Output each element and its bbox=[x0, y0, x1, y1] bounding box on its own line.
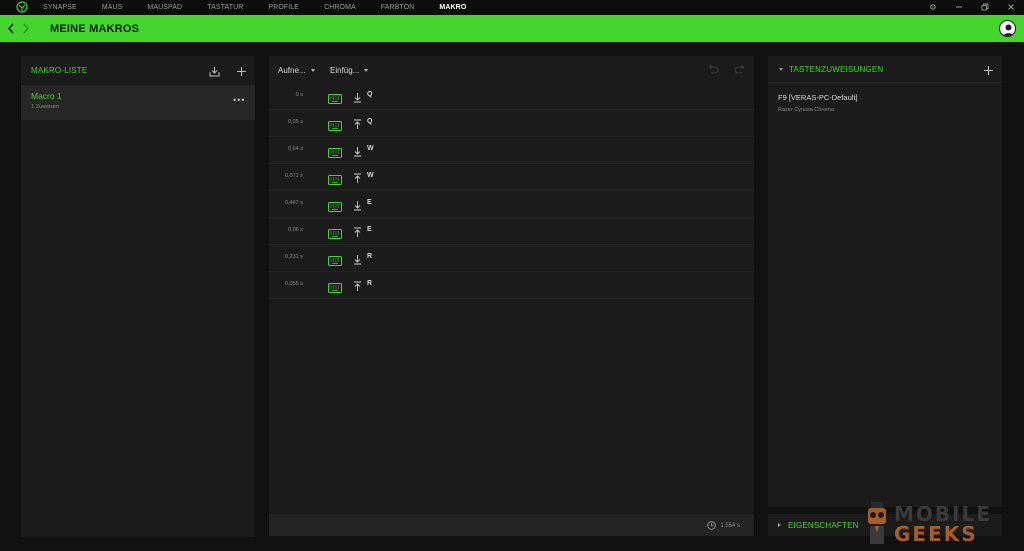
undo-icon[interactable] bbox=[706, 64, 720, 76]
event-key: R bbox=[367, 280, 373, 287]
event-key: W bbox=[367, 172, 374, 179]
tab-tastatur[interactable]: TASTATUR bbox=[207, 4, 243, 11]
tab-mauspad[interactable]: MAUSPAD bbox=[147, 4, 182, 11]
key-up-icon bbox=[353, 171, 362, 183]
editor-footer: 1,554 s bbox=[269, 514, 754, 536]
insert-dropdown[interactable]: Einfüg... bbox=[330, 66, 369, 75]
keyboard-icon bbox=[328, 91, 342, 104]
event-delay: 0,447 s bbox=[284, 200, 303, 206]
event-delay: 0 s bbox=[295, 92, 303, 98]
top-nav-bar: SYNAPSE MAUS MAUSPAD TASTATUR PROFILE CH… bbox=[0, 0, 1024, 14]
event-delay: 0,071 s bbox=[284, 173, 303, 179]
chevron-down-icon bbox=[310, 69, 315, 72]
event-delay: 0,64 s bbox=[288, 146, 303, 152]
event-delay: 0,06 s bbox=[288, 227, 303, 233]
macro-editor-panel: Aufne... Einfüg... 0 s Q 0,05 s Q 0,64 s W 0,0… bbox=[269, 56, 754, 514]
table-row[interactable]: 0,071 s W bbox=[269, 164, 754, 191]
key-assignments-header[interactable]: TASTENZUWEISUNGEN bbox=[768, 56, 1002, 83]
table-row[interactable]: 0,64 s W bbox=[269, 137, 754, 164]
key-up-icon bbox=[353, 279, 362, 291]
tab-synapse[interactable]: SYNAPSE bbox=[43, 4, 77, 11]
total-duration: 1,554 s bbox=[707, 521, 740, 530]
page-title: MEINE MAKROS bbox=[50, 22, 140, 35]
geek-mascot-icon bbox=[868, 501, 886, 544]
assignment-name[interactable]: F9 [VERAS-PC-Default] bbox=[778, 93, 858, 102]
clock-icon bbox=[707, 521, 717, 530]
watermark-line2: GEEKS bbox=[894, 521, 978, 546]
import-icon[interactable] bbox=[208, 65, 220, 77]
properties-title: EIGENSCHAFTEN bbox=[788, 520, 859, 530]
event-delay: 0,055 s bbox=[284, 281, 303, 287]
keyboard-icon bbox=[328, 172, 342, 185]
macro-list-panel: MAKRO-LISTE Macro 1 1 Zuweisen ••• bbox=[21, 56, 255, 537]
back-arrow-icon[interactable] bbox=[4, 15, 17, 42]
macro-list-title: MAKRO-LISTE bbox=[31, 66, 88, 75]
add-assignment-icon[interactable] bbox=[982, 64, 994, 76]
add-macro-icon[interactable] bbox=[235, 65, 247, 77]
insert-dropdown-label: Einfüg... bbox=[330, 66, 360, 75]
key-down-icon bbox=[353, 144, 362, 157]
collapse-icon bbox=[779, 67, 783, 71]
event-key: E bbox=[367, 199, 372, 206]
table-row[interactable]: 0 s Q bbox=[269, 83, 754, 110]
macro-assign-count: 1 Zuweisen bbox=[31, 104, 60, 110]
event-key: Q bbox=[367, 118, 373, 125]
keyboard-icon bbox=[328, 145, 342, 158]
key-down-icon bbox=[353, 90, 362, 103]
expand-icon bbox=[778, 523, 781, 527]
chevron-down-icon bbox=[364, 69, 369, 72]
total-duration-value: 1,554 s bbox=[720, 522, 740, 529]
key-up-icon bbox=[353, 117, 362, 129]
avatar[interactable] bbox=[999, 20, 1016, 37]
key-assignments-panel: TASTENZUWEISUNGEN F9 [VERAS-PC-Default] … bbox=[768, 56, 1002, 507]
table-row[interactable]: 0,05 s Q bbox=[269, 110, 754, 137]
assignment-device: Razer Cynosa Chroma bbox=[778, 107, 834, 113]
record-dropdown[interactable]: Aufne... bbox=[278, 66, 315, 75]
forward-arrow-icon[interactable] bbox=[19, 15, 32, 42]
table-row[interactable]: 0,06 s E bbox=[269, 218, 754, 245]
tab-chroma[interactable]: CHROMA bbox=[324, 4, 356, 11]
key-assignments-title: TASTENZUWEISUNGEN bbox=[789, 64, 884, 74]
tab-profile[interactable]: PROFILE bbox=[268, 4, 299, 11]
tab-makro[interactable]: MAKRO bbox=[439, 4, 466, 11]
watermark-line1: MOBILE bbox=[894, 501, 992, 526]
restore-icon[interactable] bbox=[972, 0, 998, 14]
redo-icon[interactable] bbox=[733, 64, 747, 76]
razer-logo-icon[interactable] bbox=[15, 1, 29, 13]
tab-farbton[interactable]: FARBTON bbox=[381, 4, 415, 11]
macro-list-header: MAKRO-LISTE bbox=[21, 56, 255, 85]
table-row[interactable]: 0,231 s R bbox=[269, 245, 754, 272]
event-delay: 0,05 s bbox=[288, 119, 303, 125]
settings-icon[interactable] bbox=[920, 0, 946, 14]
event-key: Q bbox=[367, 91, 373, 98]
macro-name: Macro 1 bbox=[31, 91, 62, 101]
table-row[interactable]: 0,055 s R bbox=[269, 272, 754, 299]
key-down-icon bbox=[353, 198, 362, 211]
keyboard-icon bbox=[328, 226, 342, 239]
keyboard-icon bbox=[328, 253, 342, 266]
key-down-icon bbox=[353, 252, 362, 265]
key-up-icon bbox=[353, 225, 362, 237]
event-key: R bbox=[367, 253, 373, 260]
record-dropdown-label: Aufne... bbox=[278, 66, 306, 75]
keyboard-icon bbox=[328, 199, 342, 212]
keyboard-icon bbox=[328, 118, 342, 131]
event-key: W bbox=[367, 145, 374, 152]
keyboard-icon bbox=[328, 280, 342, 293]
minimize-icon[interactable] bbox=[946, 0, 972, 14]
event-delay: 0,231 s bbox=[284, 254, 303, 260]
page-header: MEINE MAKROS bbox=[0, 15, 1024, 42]
more-options-icon[interactable]: ••• bbox=[233, 95, 245, 105]
event-key: E bbox=[367, 226, 372, 233]
watermark-logo: MOBILE GEEKS bbox=[862, 496, 1014, 551]
close-icon[interactable] bbox=[998, 0, 1024, 14]
list-item[interactable]: Macro 1 1 Zuweisen ••• bbox=[21, 85, 255, 120]
table-row[interactable]: 0,447 s E bbox=[269, 191, 754, 218]
tab-maus[interactable]: MAUS bbox=[102, 4, 123, 11]
window-controls bbox=[920, 0, 1024, 14]
